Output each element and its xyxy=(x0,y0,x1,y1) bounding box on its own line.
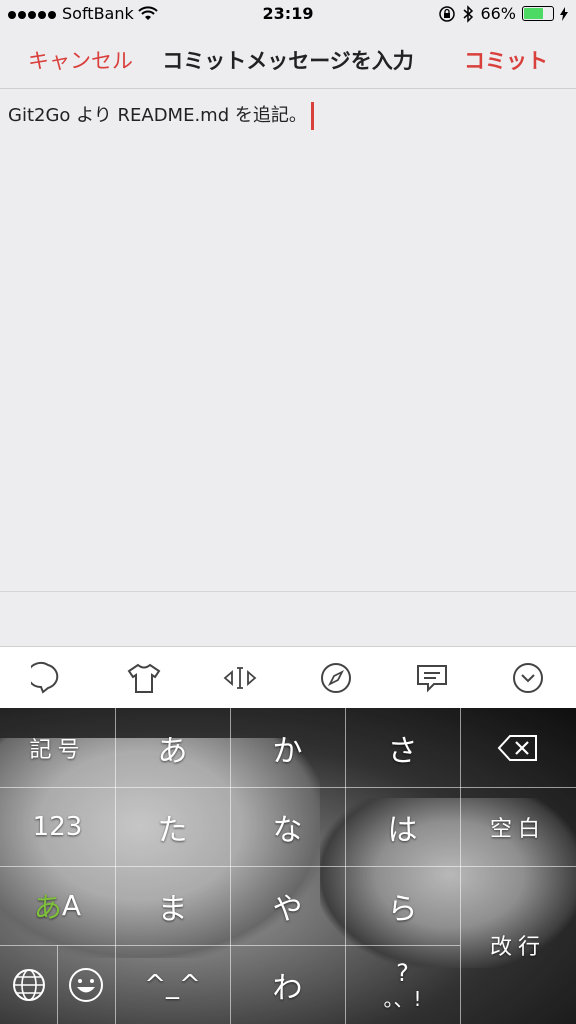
emoji-icon xyxy=(69,967,103,1002)
space-key[interactable]: 空白 xyxy=(460,787,576,866)
key-ta[interactable]: た xyxy=(115,787,230,866)
commit-message-text: Git2Go より README.md を追記。 xyxy=(8,105,307,126)
keyboard-toolbar xyxy=(0,646,576,709)
key-ya[interactable]: や xyxy=(230,866,345,945)
key-wa[interactable]: わ xyxy=(230,945,345,1024)
key-ha[interactable]: は xyxy=(345,787,460,866)
key-ma[interactable]: ま xyxy=(115,866,230,945)
cursor-move-icon[interactable] xyxy=(220,658,260,698)
key-ra[interactable]: ら xyxy=(345,866,460,945)
status-bar: SoftBank 23:19 66% xyxy=(0,0,576,30)
commit-message-editor[interactable]: Git2Go より README.md を追記。 xyxy=(0,89,576,591)
key-ka[interactable]: か xyxy=(230,708,345,787)
kana-mode-label: あ xyxy=(33,890,62,924)
punctuation-key[interactable]: ? 。、! xyxy=(345,945,460,1024)
key-na[interactable]: な xyxy=(230,787,345,866)
commit-button[interactable]: コミット xyxy=(464,45,548,75)
punctuation-top: ? xyxy=(396,958,409,987)
shirt-icon[interactable] xyxy=(124,658,164,698)
globe-key[interactable] xyxy=(0,945,57,1024)
battery-icon xyxy=(522,6,554,21)
symbol-key[interactable]: 記号 xyxy=(0,708,115,787)
input-accessory-area xyxy=(0,591,576,647)
message-icon[interactable] xyxy=(412,658,452,698)
chevron-down-icon[interactable] xyxy=(508,658,548,698)
emoji-key[interactable] xyxy=(57,945,115,1024)
enter-key[interactable]: 改行 xyxy=(460,866,576,1024)
globe-icon xyxy=(12,968,45,1001)
backspace-icon xyxy=(497,734,537,761)
status-right: 66% xyxy=(438,4,568,23)
compass-icon[interactable] xyxy=(316,658,356,698)
flick-keyboard: 記号 あ か さ 123 た な は 空白 あA ま や ら 改行 ^_^ わ … xyxy=(0,708,576,1024)
kaomoji-key[interactable]: ^_^ xyxy=(115,945,230,1024)
chat-bubble-icon[interactable] xyxy=(28,658,68,698)
key-sa[interactable]: さ xyxy=(345,708,460,787)
commit-message-text-line: Git2Go より README.md を追記。 xyxy=(8,101,314,130)
key-a[interactable]: あ xyxy=(115,708,230,787)
punctuation-bottom: 。、! xyxy=(383,986,422,1011)
orientation-lock-icon xyxy=(439,5,456,22)
number-key[interactable]: 123 xyxy=(0,787,115,866)
backspace-key[interactable] xyxy=(460,708,576,787)
input-mode-key[interactable]: あA xyxy=(0,866,115,945)
nav-bar: キャンセル コミットメッセージを入力 コミット xyxy=(0,30,576,89)
latin-mode-label: A xyxy=(61,889,82,922)
text-caret xyxy=(310,102,314,130)
bluetooth-icon xyxy=(463,4,474,23)
battery-percent: 66% xyxy=(480,4,516,23)
charging-icon xyxy=(560,6,568,21)
